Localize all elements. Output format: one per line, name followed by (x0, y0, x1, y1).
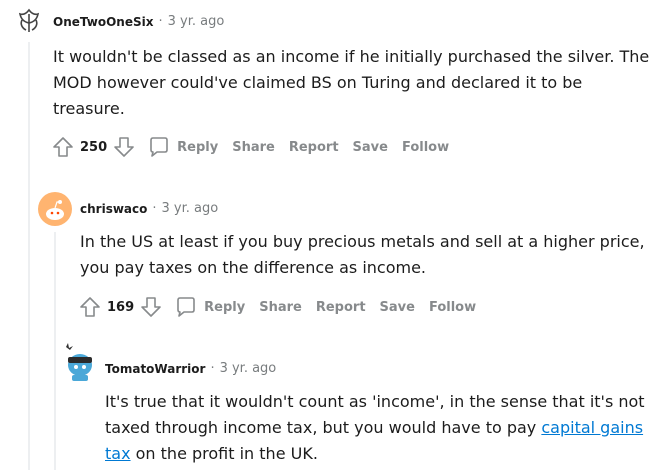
separator: · (210, 361, 215, 376)
comment-body: It's true that it wouldn't count as 'inc… (105, 389, 650, 467)
timestamp[interactable]: 3 yr. ago (220, 361, 277, 376)
reply-button[interactable]: Reply (174, 295, 245, 319)
save-button[interactable]: Save (353, 140, 388, 155)
avatar[interactable] (62, 343, 98, 383)
upvote-icon[interactable] (77, 294, 103, 320)
body-text-after: on the profit in the UK. (130, 444, 318, 463)
snoo-avatar-icon (66, 343, 92, 381)
timestamp[interactable]: 3 yr. ago (162, 201, 219, 216)
chat-bubble-icon (147, 135, 171, 159)
share-button[interactable]: Share (232, 140, 275, 155)
snoo-avatar-icon (46, 200, 64, 220)
follow-button[interactable]: Follow (402, 140, 449, 155)
comment-body: It wouldn't be classed as an income if h… (53, 47, 650, 118)
comment-actions: 250 Reply Share Report Save Follow (50, 134, 449, 160)
reply-button[interactable]: Reply (147, 135, 218, 159)
author-name[interactable]: TomatoWarrior (105, 362, 205, 376)
reply-label: Reply (204, 299, 246, 315)
score: 250 (80, 139, 108, 155)
separator: · (158, 14, 163, 29)
downvote-icon[interactable] (111, 134, 137, 160)
report-button[interactable]: Report (316, 300, 366, 315)
comment-meta: chriswaco · 3 yr. ago (80, 201, 218, 216)
comment-body: In the US at least if you buy precious m… (80, 232, 645, 277)
avatar[interactable] (38, 192, 72, 226)
author-name[interactable]: OneTwoOneSix (53, 15, 153, 29)
separator: · (152, 201, 157, 216)
reply-label: Reply (177, 139, 219, 155)
thread-line[interactable] (28, 42, 30, 470)
thread-line[interactable] (54, 232, 56, 470)
comment-meta: TomatoWarrior · 3 yr. ago (105, 361, 276, 376)
comment-meta: OneTwoOneSix · 3 yr. ago (53, 14, 224, 29)
avatar[interactable] (16, 8, 42, 34)
save-button[interactable]: Save (380, 300, 415, 315)
downvote-icon[interactable] (138, 294, 164, 320)
comment-actions: 169 Reply Share Report Save Follow (77, 294, 476, 320)
follow-button[interactable]: Follow (429, 300, 476, 315)
author-name[interactable]: chriswaco (80, 202, 147, 216)
score: 169 (107, 299, 135, 315)
upvote-icon[interactable] (50, 134, 76, 160)
timestamp[interactable]: 3 yr. ago (168, 14, 225, 29)
share-button[interactable]: Share (259, 300, 302, 315)
emblem-avatar-icon (18, 8, 40, 32)
chat-bubble-icon (174, 295, 198, 319)
report-button[interactable]: Report (289, 140, 339, 155)
